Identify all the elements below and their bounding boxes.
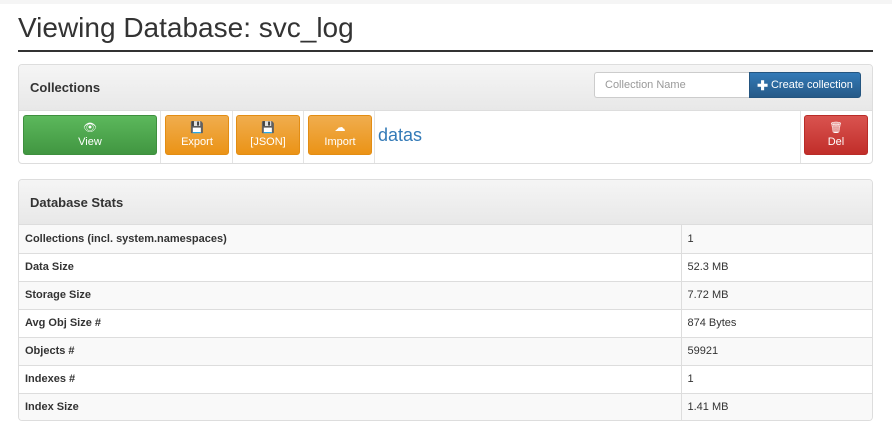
floppy-icon: 💾: [190, 122, 204, 134]
stat-label: Storage Size: [19, 280, 682, 309]
collection-link-datas[interactable]: datas: [378, 125, 422, 146]
stat-value: 1.41 MB: [681, 392, 872, 420]
table-row: Storage Size 7.72 MB: [19, 280, 872, 309]
page-title: Viewing Database: svc_log: [18, 12, 354, 43]
view-label: View: [78, 136, 102, 148]
table-row: Objects # 59921: [19, 336, 872, 365]
floppy-icon: 💾: [261, 122, 275, 134]
export-label: Export: [181, 136, 213, 148]
stat-value: 7.72 MB: [681, 280, 872, 309]
stat-value: 874 Bytes: [681, 308, 872, 337]
create-collection-button[interactable]: ✚ Create collection: [749, 72, 861, 98]
table-row: Collections (incl. system.namespaces) 1: [19, 225, 872, 253]
database-stats-panel: Database Stats Collections (incl. system…: [18, 179, 873, 421]
export-json-button[interactable]: 💾 [JSON]: [236, 115, 300, 155]
plus-icon: ✚: [757, 77, 768, 93]
export-json-label: [JSON]: [250, 136, 286, 148]
eye-icon: 👁: [83, 122, 97, 134]
cell-divider: [303, 111, 304, 163]
import-button[interactable]: ☁ Import: [308, 115, 372, 155]
collections-heading: Collections: [30, 80, 101, 95]
table-row: Index Size 1.41 MB: [19, 392, 872, 420]
delete-collection-button[interactable]: 🗑 Del: [804, 115, 868, 155]
table-row: Avg Obj Size # 874 Bytes: [19, 308, 872, 337]
create-collection-label: Create collection: [770, 79, 853, 91]
collection-name-input[interactable]: [594, 72, 749, 98]
cell-divider: [800, 111, 801, 163]
import-label: Import: [324, 136, 356, 148]
top-strip: [0, 0, 892, 4]
stat-label: Objects #: [19, 336, 682, 365]
trash-icon: 🗑: [829, 122, 843, 134]
stat-label: Index Size: [19, 392, 682, 420]
cell-divider: [374, 111, 375, 163]
cloud-upload-icon: ☁: [334, 122, 346, 134]
stat-value: 59921: [681, 336, 872, 365]
view-button[interactable]: 👁 View: [23, 115, 157, 155]
title-rule: [18, 50, 873, 52]
collections-panel: Collections ✚ Create collection 👁 View 💾…: [18, 64, 873, 164]
stats-table: Collections (incl. system.namespaces) 1 …: [19, 225, 872, 420]
delete-label: Del: [827, 136, 845, 148]
export-button[interactable]: 💾 Export: [165, 115, 229, 155]
stat-value: 1: [681, 364, 872, 393]
stats-panel-heading: Database Stats: [19, 180, 872, 225]
stat-label: Avg Obj Size #: [19, 308, 682, 337]
collections-panel-heading: Collections ✚ Create collection: [19, 65, 872, 111]
stat-label: Indexes #: [19, 364, 682, 393]
stat-label: Collections (incl. system.namespaces): [19, 225, 682, 253]
collection-row: 👁 View 💾 Export 💾 [JSON] ☁ Import datas …: [19, 111, 872, 163]
table-row: Data Size 52.3 MB: [19, 252, 872, 281]
cell-divider: [232, 111, 233, 163]
stat-value: 52.3 MB: [681, 252, 872, 281]
stat-value: 1: [681, 225, 872, 253]
cell-divider: [160, 111, 161, 163]
stats-heading: Database Stats: [30, 195, 124, 210]
stat-label: Data Size: [19, 252, 682, 281]
table-row: Indexes # 1: [19, 364, 872, 393]
